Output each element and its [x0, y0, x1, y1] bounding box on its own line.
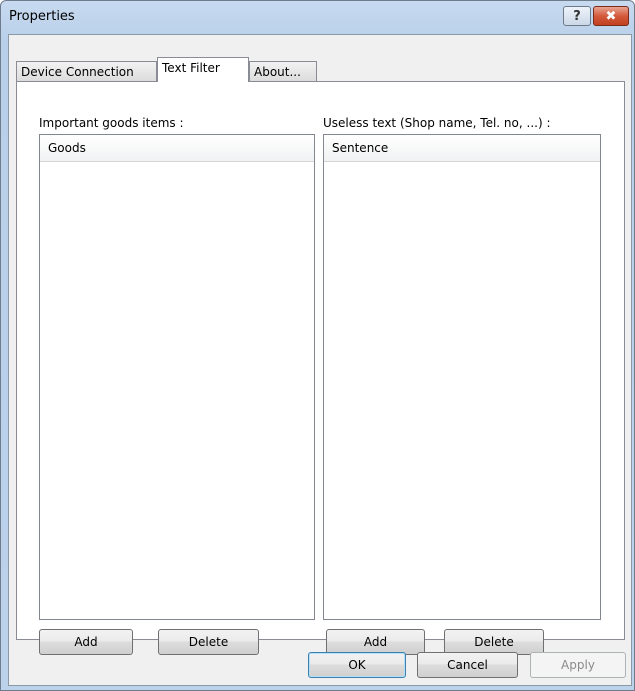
cancel-button[interactable]: Cancel: [417, 652, 518, 678]
help-icon: ?: [573, 8, 581, 24]
ok-button[interactable]: OK: [308, 652, 406, 678]
help-button[interactable]: ?: [563, 6, 591, 26]
goods-delete-button[interactable]: Delete: [158, 629, 259, 655]
goods-listbox[interactable]: Goods: [39, 134, 315, 620]
tab-about[interactable]: About...: [249, 61, 317, 81]
tab-device-connection[interactable]: Device Connection: [16, 61, 157, 81]
sentence-listbox[interactable]: Sentence: [323, 134, 601, 620]
properties-dialog: Properties ? ✖ Device Connection Text Fi…: [0, 0, 635, 691]
goods-add-button[interactable]: Add: [39, 629, 133, 655]
important-goods-label: Important goods items :: [39, 116, 184, 130]
useless-text-label: Useless text (Shop name, Tel. no, ...) :: [323, 116, 551, 130]
window-title: Properties: [9, 9, 75, 24]
close-button[interactable]: ✖: [593, 6, 629, 26]
title-bar[interactable]: Properties ? ✖: [1, 1, 634, 35]
goods-column-header[interactable]: Goods: [40, 135, 314, 162]
text-filter-panel: Important goods items : Goods Useless te…: [16, 81, 625, 655]
sentence-column-header[interactable]: Sentence: [324, 135, 600, 162]
close-icon: ✖: [605, 8, 617, 24]
dialog-client-area: Device Connection Text Filter About... I…: [8, 34, 632, 686]
tab-text-filter[interactable]: Text Filter: [157, 57, 249, 82]
apply-button[interactable]: Apply: [530, 652, 626, 678]
